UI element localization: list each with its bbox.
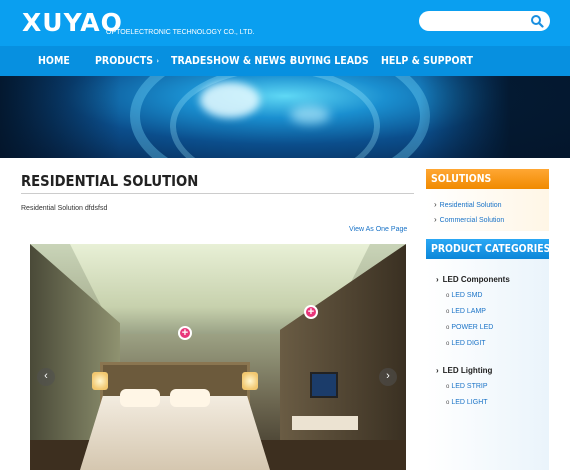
- solution-link-commercial[interactable]: › Commercial Solution: [434, 215, 504, 224]
- circle-bullet-icon: o: [446, 309, 450, 315]
- subcategory-label: LED STRIP: [451, 383, 488, 390]
- banner-glow: [200, 82, 260, 118]
- television: [310, 372, 338, 398]
- banner-shade-left: [0, 76, 120, 158]
- main-nav: HOME PRODUCTS › TRADESHOW & NEWS › BUYING …: [0, 46, 570, 76]
- solutions-heading: SOLUTIONS: [426, 169, 549, 189]
- gallery-prev-button[interactable]: ‹: [37, 368, 55, 386]
- gallery-next-button[interactable]: ›: [379, 368, 397, 386]
- subcategory-led-smd[interactable]: o LED SMD: [446, 292, 482, 299]
- banner-shade-right: [420, 76, 570, 158]
- banner-glow-secondary: [290, 106, 330, 124]
- subcategory-label: POWER LED: [451, 324, 494, 331]
- product-categories-heading: PRODUCT CATEGORIES: [426, 239, 551, 259]
- circle-bullet-icon: o: [446, 384, 450, 390]
- pillow: [120, 389, 160, 407]
- bench: [292, 416, 358, 430]
- hotspot-plus-icon[interactable]: +: [178, 326, 192, 340]
- search-icon[interactable]: [530, 14, 544, 28]
- hero-banner: [0, 76, 570, 158]
- nav-buying-leads-label: BUYING LEADS: [290, 54, 369, 67]
- chevron-right-icon: ›: [436, 275, 439, 284]
- product-categories-heading-label: PRODUCT CATEGORIES: [431, 242, 551, 255]
- hotspot-plus-icon[interactable]: +: [304, 305, 318, 319]
- category-label: LED Components: [442, 275, 510, 284]
- bed: [80, 396, 270, 470]
- subcategory-power-led[interactable]: o POWER LED: [446, 324, 493, 331]
- nav-help-support-label: HELP & SUPPORT: [381, 54, 473, 67]
- circle-bullet-icon: o: [446, 293, 450, 299]
- solution-link-label: Residential Solution: [439, 202, 502, 209]
- lamp-right: [242, 372, 258, 390]
- page-title: RESIDENTIAL SOLUTION: [21, 172, 199, 190]
- pillow: [170, 389, 210, 407]
- chevron-right-icon: ›: [156, 57, 159, 65]
- logo-subtitle: OPTOELECTRONIC TECHNOLOGY CO., LTD.: [106, 29, 255, 36]
- nav-products-label: PRODUCTS: [95, 54, 154, 67]
- subcategory-led-light[interactable]: o LED LIGHT: [446, 399, 488, 406]
- nav-tradeshow-label: TRADESHOW & NEWS: [171, 54, 287, 67]
- page-description: Residential Solution dfdsfsd: [21, 205, 108, 212]
- category-led-components[interactable]: › LED Components: [436, 275, 510, 284]
- chevron-right-icon: ›: [434, 200, 437, 209]
- title-divider: [21, 193, 414, 194]
- circle-bullet-icon: o: [446, 341, 450, 347]
- solution-link-label: Commercial Solution: [439, 217, 505, 224]
- circle-bullet-icon: o: [446, 325, 450, 331]
- nav-products[interactable]: PRODUCTS ›: [95, 46, 159, 76]
- subcategory-label: LED LIGHT: [451, 399, 488, 406]
- solution-image-gallery[interactable]: + + ‹ ›: [30, 244, 406, 470]
- subcategory-led-digit[interactable]: o LED DIGIT: [446, 340, 486, 347]
- solutions-panel: › Residential Solution › Commercial Soluti…: [426, 189, 549, 231]
- nav-help-support[interactable]: HELP & SUPPORT: [381, 46, 473, 76]
- subcategory-led-strip[interactable]: o LED STRIP: [446, 383, 488, 390]
- category-led-lighting[interactable]: › LED Lighting: [436, 366, 492, 375]
- category-label: LED Lighting: [442, 366, 493, 375]
- chevron-right-icon: ›: [434, 215, 437, 224]
- lamp-left: [92, 372, 108, 390]
- subcategory-label: LED SMD: [451, 292, 483, 299]
- product-categories-panel: › LED Components o LED SMD o LED LAMP o POWE…: [426, 259, 549, 470]
- circle-bullet-icon: o: [446, 400, 450, 406]
- chevron-right-icon: ›: [436, 366, 439, 375]
- subcategory-label: LED LAMP: [451, 308, 486, 315]
- search-input[interactable]: [427, 14, 527, 28]
- search-box: [419, 11, 550, 31]
- solutions-heading-label: SOLUTIONS: [431, 172, 492, 185]
- solution-link-residential[interactable]: › Residential Solution: [434, 200, 502, 209]
- nav-home-label: HOME: [38, 54, 70, 67]
- nav-tradeshow-news[interactable]: TRADESHOW & NEWS ›: [171, 46, 292, 76]
- nav-home[interactable]: HOME: [38, 46, 70, 76]
- view-as-one-page-link[interactable]: View As One Page: [349, 226, 407, 233]
- banner-ring-inner: [170, 76, 380, 158]
- subcategory-led-lamp[interactable]: o LED LAMP: [446, 308, 486, 315]
- site-header: XUYAO OPTOELECTRONIC TECHNOLOGY CO., LTD…: [0, 0, 570, 46]
- subcategory-label: LED DIGIT: [451, 340, 486, 347]
- nav-buying-leads[interactable]: BUYING LEADS: [290, 46, 369, 76]
